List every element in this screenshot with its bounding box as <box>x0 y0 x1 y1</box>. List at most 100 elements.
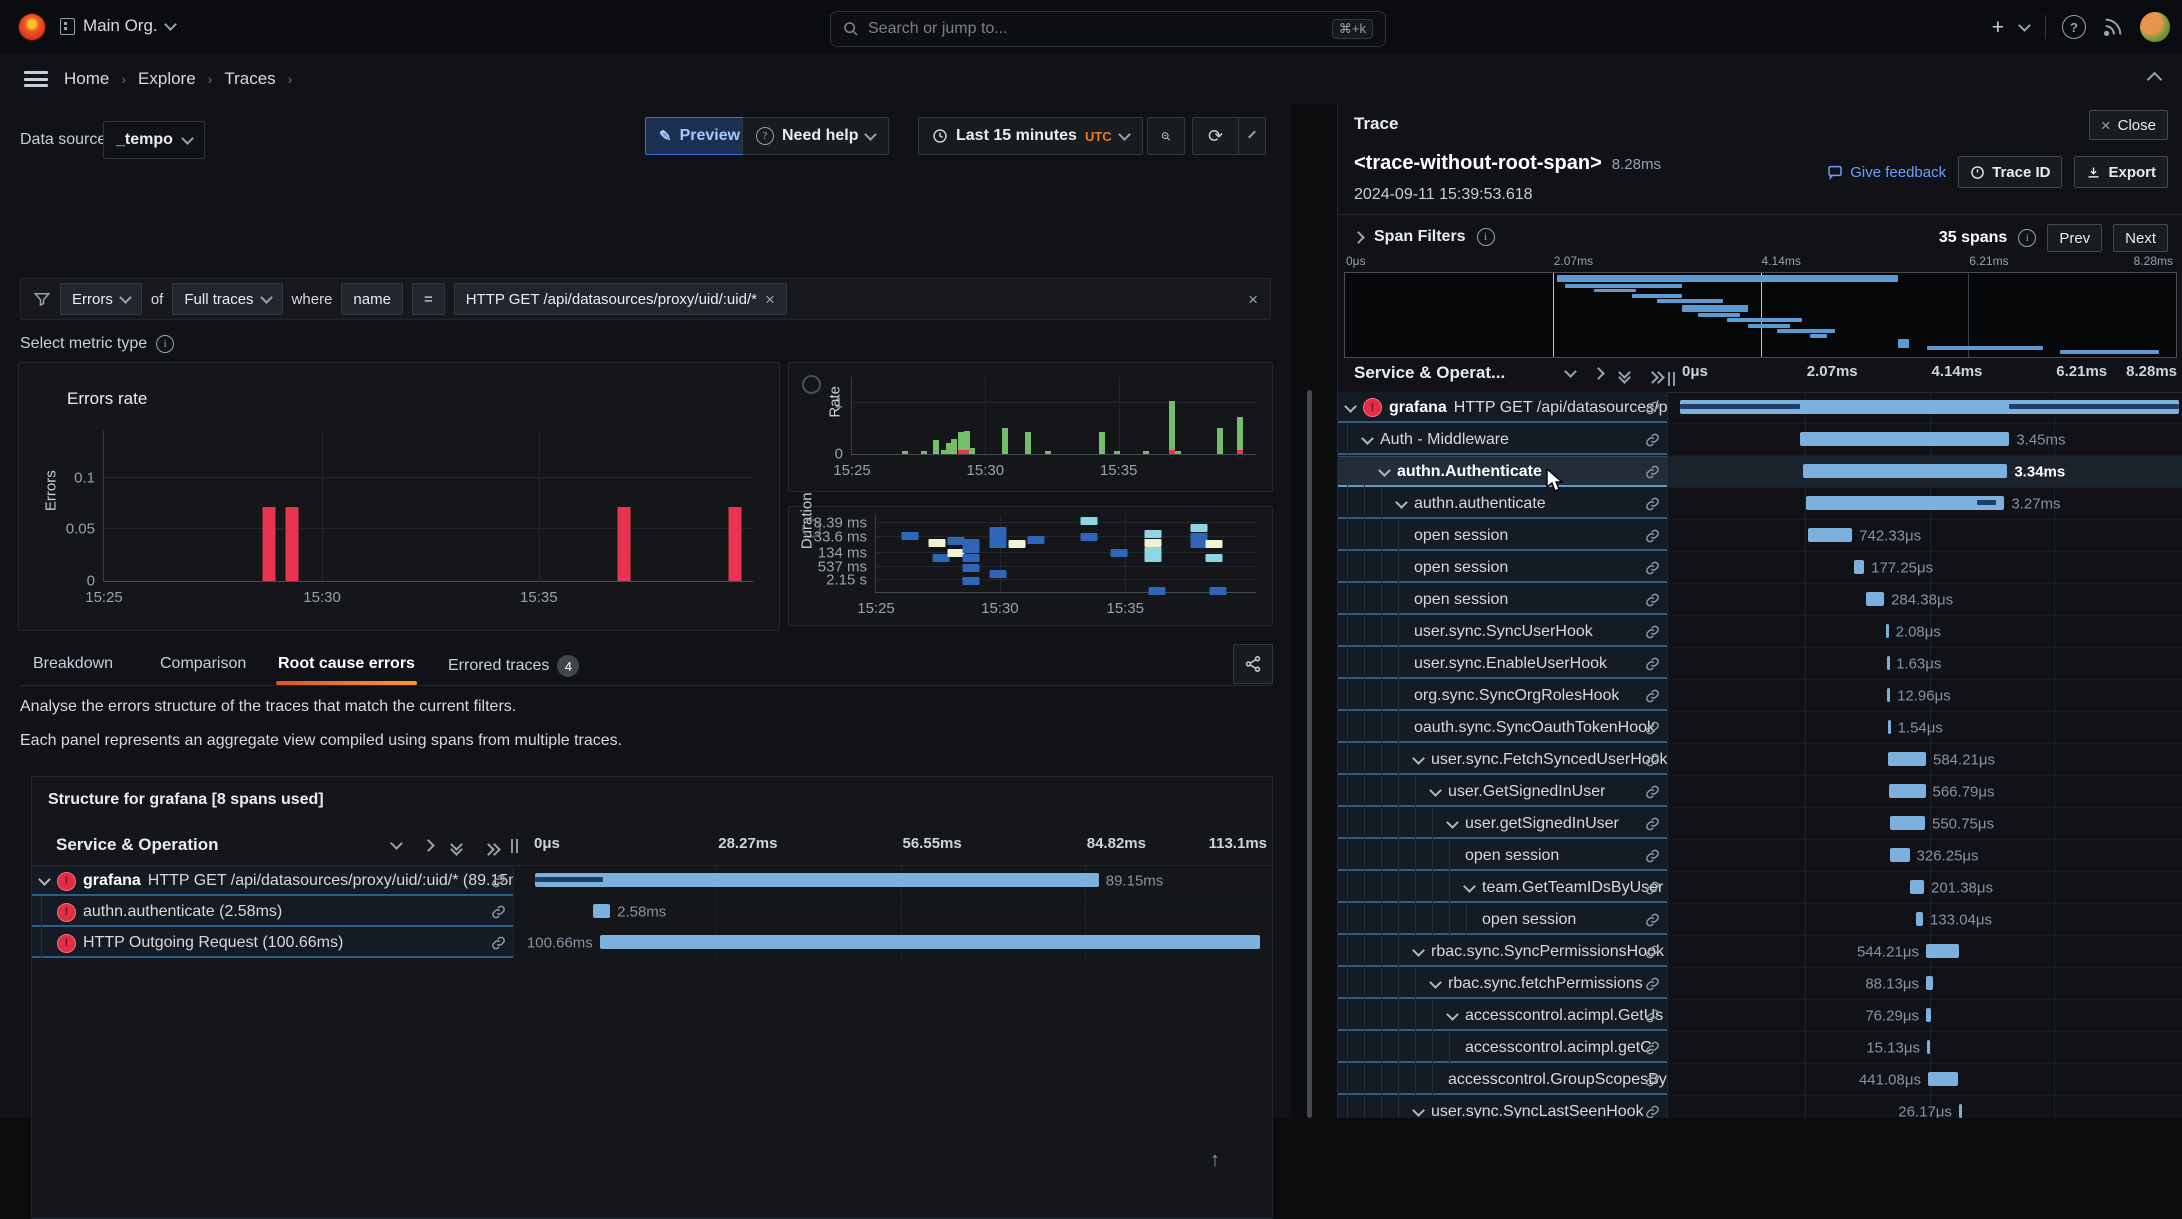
span-name-cell[interactable]: open session <box>1338 904 1668 935</box>
add-chevron-icon[interactable] <box>2018 19 2031 32</box>
value-chip[interactable]: HTTP GET /api/datasources/proxy/uid/:uid… <box>454 283 787 315</box>
collapse-one-icon[interactable] <box>390 837 403 850</box>
link-icon[interactable] <box>1645 784 1660 799</box>
collapse-all-icon[interactable] <box>1620 364 1629 382</box>
span-name-cell[interactable]: rbac.sync.SyncPermissionsHook <box>1338 936 1668 967</box>
heatmap-cell[interactable] <box>1191 524 1208 532</box>
zoom-out-button[interactable] <box>1147 117 1185 155</box>
column-resize-handle[interactable] <box>511 839 513 853</box>
chevron-down-icon[interactable] <box>1446 816 1459 829</box>
span-name-cell[interactable]: !authn.authenticate (2.58ms) <box>32 897 514 927</box>
span-bar[interactable] <box>1803 464 2008 478</box>
span-name-cell[interactable]: user.sync.SyncLastSeenHook <box>1338 1096 1668 1118</box>
rate-bar[interactable] <box>933 440 939 454</box>
errors-rate-radio[interactable] <box>37 391 54 408</box>
span-bar[interactable] <box>1926 976 1933 990</box>
rate-bar[interactable] <box>1002 428 1008 454</box>
link-icon[interactable] <box>1645 912 1660 927</box>
span-bar[interactable] <box>1886 624 1889 638</box>
span-filters-toggle[interactable]: Span Filters i <box>1354 228 1495 246</box>
link-icon[interactable] <box>1645 560 1660 575</box>
metric-select[interactable]: Errors <box>60 283 142 315</box>
minimap-handle[interactable] <box>1761 273 1762 357</box>
link-icon[interactable] <box>1645 464 1660 479</box>
span-name-cell[interactable]: org.sync.SyncOrgRolesHook <box>1338 680 1668 711</box>
expand-one-icon[interactable] <box>1592 367 1605 380</box>
tab-errored-traces[interactable]: Errored traces4 <box>448 655 579 677</box>
span-name-cell[interactable]: open session <box>1338 584 1668 615</box>
span-name-cell[interactable]: Auth - Middleware <box>1338 424 1668 455</box>
span-row[interactable]: authn.Authenticate3.34ms <box>1338 456 2182 488</box>
datasource-picker[interactable]: _tempo <box>103 121 205 159</box>
rate-radio[interactable] <box>802 375 821 394</box>
link-icon[interactable] <box>1645 848 1660 863</box>
span-bar[interactable] <box>1854 560 1864 574</box>
span-row[interactable]: user.GetSignedInUser566.79μs <box>1338 776 2182 808</box>
prev-button[interactable]: Prev <box>2047 224 2102 252</box>
link-icon[interactable] <box>491 905 506 920</box>
chevron-down-icon[interactable] <box>1378 464 1391 477</box>
collapse-all-icon[interactable] <box>452 836 461 854</box>
span-bar[interactable] <box>1808 528 1852 542</box>
span-row[interactable]: !HTTP Outgoing Request (100.66ms)100.66m… <box>32 928 1272 959</box>
link-icon[interactable] <box>1645 432 1660 447</box>
share-button[interactable] <box>1233 644 1273 684</box>
span-row[interactable]: !grafanaHTTP GET /api/datasources/pr <box>1338 392 2182 424</box>
error-bar[interactable] <box>728 507 741 581</box>
span-name-cell[interactable]: user.sync.EnableUserHook <box>1338 648 1668 679</box>
rate-bar[interactable] <box>1045 451 1051 454</box>
rate-bar[interactable] <box>1175 451 1181 454</box>
span-name-cell[interactable]: open session <box>1338 520 1668 551</box>
link-icon[interactable] <box>1645 688 1660 703</box>
span-row[interactable]: accesscontrol.acimpl.getC15.13μs <box>1338 1032 2182 1064</box>
span-name-cell[interactable]: oauth.sync.SyncOauthTokenHook <box>1338 712 1668 743</box>
span-name-cell[interactable]: user.getSignedInUser <box>1338 808 1668 839</box>
heatmap-cell[interactable] <box>989 540 1006 548</box>
heatmap-cell[interactable] <box>1210 587 1227 595</box>
span-row[interactable]: user.sync.EnableUserHook1.63μs <box>1338 648 2182 680</box>
avatar[interactable] <box>2140 12 2170 42</box>
rate-bar[interactable] <box>1217 428 1223 454</box>
link-icon[interactable] <box>1645 1104 1660 1118</box>
span-bar[interactable] <box>1928 1072 1958 1086</box>
breadcrumb-item[interactable]: Traces <box>224 69 275 89</box>
scrollbar[interactable] <box>1307 390 1312 1118</box>
span-row[interactable]: rbac.sync.SyncPermissionsHook544.21μs <box>1338 936 2182 968</box>
span-row[interactable]: !authn.authenticate (2.58ms)2.58ms <box>32 897 1272 928</box>
chevron-down-icon[interactable] <box>1429 784 1442 797</box>
tab-breakdown[interactable]: Breakdown <box>33 655 113 673</box>
rate-bar[interactable] <box>951 439 957 454</box>
span-bar[interactable] <box>1887 688 1890 702</box>
heatmap-cell[interactable] <box>1206 540 1223 548</box>
link-icon[interactable] <box>1645 1008 1660 1023</box>
heatmap-cell[interactable] <box>963 564 980 572</box>
close-icon[interactable]: × <box>765 291 775 308</box>
heatmap-cell[interactable] <box>1080 533 1097 541</box>
time-range-picker[interactable]: Last 15 minutes UTC <box>918 117 1143 155</box>
duration-chart[interactable]: 2.15 s537 ms134 ms33.6 ms8.39 ms15:2515:… <box>875 515 1256 593</box>
span-row[interactable]: !grafanaHTTP GET /api/datasources/proxy/… <box>32 866 1272 897</box>
span-bar[interactable] <box>1910 880 1924 894</box>
link-icon[interactable] <box>1645 400 1660 415</box>
give-feedback-link[interactable]: Give feedback <box>1827 164 1946 181</box>
chevron-down-icon[interactable] <box>38 873 51 886</box>
span-row[interactable]: open session284.38μs <box>1338 584 2182 616</box>
span-name-cell[interactable]: authn.authenticate <box>1338 488 1668 519</box>
span-name-cell[interactable]: authn.Authenticate <box>1338 456 1668 487</box>
org-switcher[interactable]: Main Org. <box>60 16 175 36</box>
heatmap-cell[interactable] <box>963 545 980 553</box>
link-icon[interactable] <box>1645 592 1660 607</box>
rate-bar[interactable] <box>902 451 908 454</box>
span-bar[interactable] <box>1889 784 1925 798</box>
error-bar[interactable] <box>286 507 299 581</box>
span-row[interactable]: Auth - Middleware3.45ms <box>1338 424 2182 456</box>
rate-bar[interactable] <box>1237 417 1243 454</box>
link-icon[interactable] <box>1645 1072 1660 1087</box>
span-row[interactable]: open session326.25μs <box>1338 840 2182 872</box>
span-name-cell[interactable]: user.GetSignedInUser <box>1338 776 1668 807</box>
export-button[interactable]: Export <box>2074 156 2168 188</box>
close-button[interactable]: × Close <box>2089 110 2168 140</box>
span-name-cell[interactable]: !HTTP Outgoing Request (100.66ms) <box>32 928 514 958</box>
collapse-one-icon[interactable] <box>1564 365 1577 378</box>
link-icon[interactable] <box>1645 880 1660 895</box>
